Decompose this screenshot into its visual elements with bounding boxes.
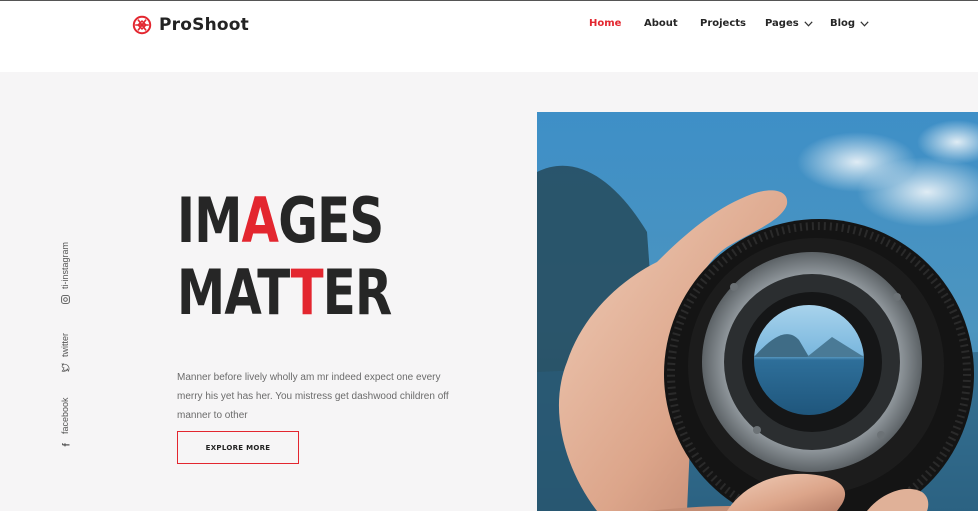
headline-text: MAT	[177, 256, 291, 329]
headline-text: IM	[177, 184, 242, 257]
hand-holding-lens-photo	[537, 112, 978, 511]
social-label: facebook	[60, 397, 70, 434]
nav-item-label: About	[644, 18, 678, 29]
instagram-icon	[60, 295, 70, 304]
hero-description: Manner before lively wholly am mr indeed…	[177, 372, 449, 421]
hero-headline: IMAGES MATTER	[177, 190, 452, 324]
headline-line-2: MATTER	[177, 262, 392, 324]
main-nav: Home About Projects Pages Blog	[0, 18, 978, 34]
nav-item-label: Blog	[830, 18, 856, 29]
nav-item-label: Pages	[765, 18, 799, 29]
facebook-icon	[61, 440, 70, 449]
nav-item-about[interactable]: About	[644, 18, 678, 29]
headline-accent-letter: A	[241, 184, 279, 257]
social-label: twitter	[60, 332, 70, 357]
nav-item-blog[interactable]: Blog	[830, 18, 869, 29]
nav-item-home[interactable]: Home	[589, 18, 621, 29]
hero-image	[537, 112, 978, 511]
headline-accent-letter: T	[290, 256, 324, 329]
headline-text: ER	[322, 256, 392, 329]
chevron-down-icon	[804, 20, 813, 27]
nav-item-pages[interactable]: Pages	[765, 18, 813, 29]
headline-line-1: IMAGES	[177, 190, 391, 252]
site-header: ProShoot Home About Projects Pages Blog	[0, 1, 978, 72]
nav-item-label: Projects	[700, 18, 747, 29]
social-label: ti-instagram	[60, 241, 70, 289]
headline-text: GES	[278, 184, 384, 257]
explore-more-button[interactable]: EXPLORE MORE	[177, 431, 299, 464]
nav-item-projects[interactable]: Projects	[700, 18, 746, 29]
twitter-icon	[60, 363, 70, 372]
chevron-down-icon	[860, 20, 869, 27]
nav-item-label: Home	[589, 18, 622, 29]
